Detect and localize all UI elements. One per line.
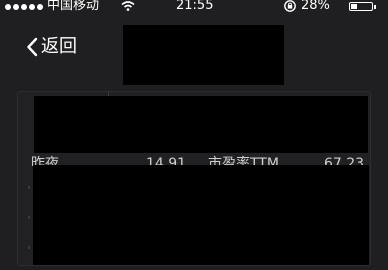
signal-dot (29, 4, 35, 10)
signal-dot (13, 4, 19, 10)
redacted-quote-header (34, 96, 368, 153)
signal-dot (21, 4, 27, 10)
signal-strength-icon (5, 4, 43, 10)
left-rail (25, 166, 33, 264)
back-button[interactable]: 返回 (26, 33, 77, 61)
battery-tip (374, 5, 376, 9)
rotation-lock-icon (284, 0, 296, 12)
screen: 中国移动 21:55 28% 返回 昨夜 14.91 市盈率TTM 67.23 (0, 0, 388, 270)
clock: 21:55 (176, 0, 214, 13)
carrier-name: 中国移动 (47, 0, 100, 13)
wifi-icon (121, 1, 135, 11)
battery-fill (351, 4, 357, 9)
rail-tick (28, 216, 30, 219)
battery-icon (349, 2, 373, 11)
status-bar: 中国移动 21:55 28% (0, 0, 388, 18)
rail-tick (28, 246, 30, 249)
redacted-quote-details (33, 165, 369, 265)
back-label: 返回 (41, 36, 77, 57)
chevron-left-icon (27, 37, 38, 57)
rail-tick (28, 186, 30, 189)
signal-dot (37, 4, 43, 10)
redacted-title (123, 25, 284, 85)
battery-percentage: 28% (301, 0, 330, 13)
signal-dot (5, 4, 11, 10)
